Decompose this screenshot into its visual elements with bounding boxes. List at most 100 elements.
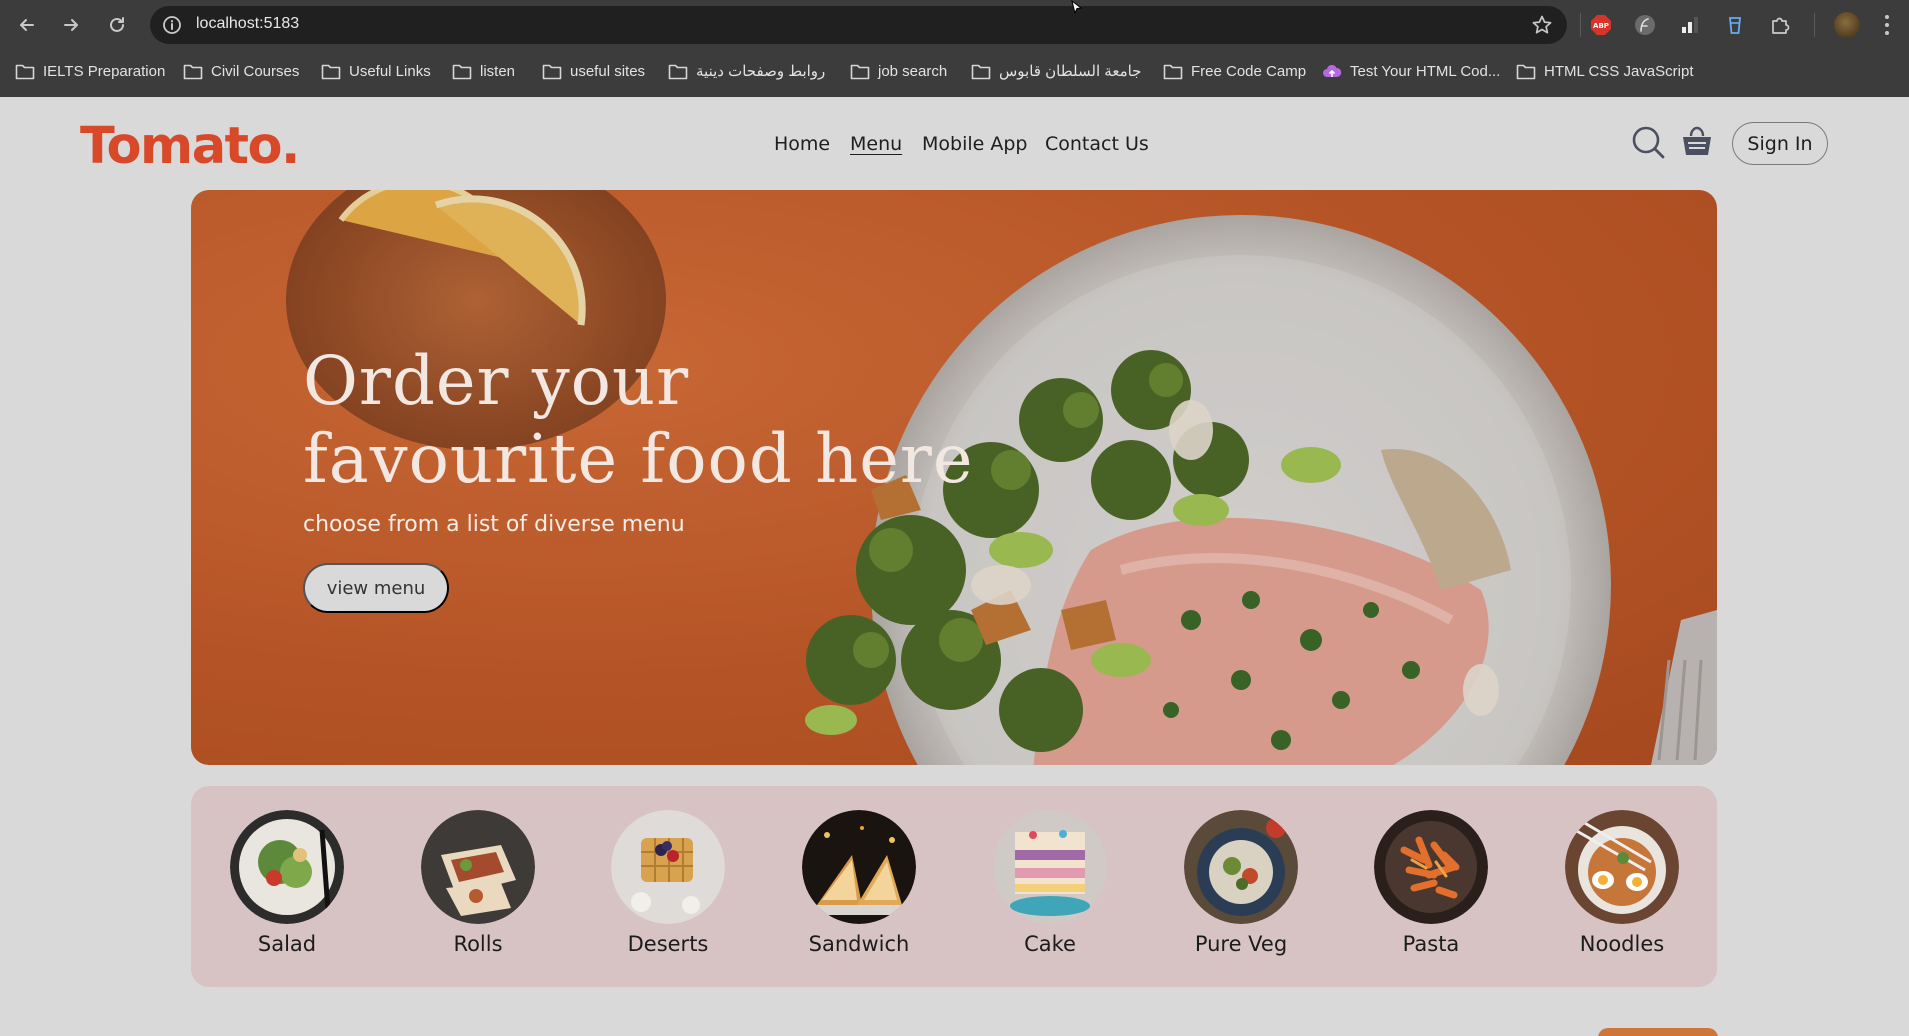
- category-label: Cake: [1024, 932, 1076, 956]
- salad-image: [230, 810, 344, 924]
- folder-icon: [15, 64, 35, 79]
- reload-icon: [110, 17, 124, 32]
- folder-icon: [1516, 64, 1536, 79]
- bookmark-label: Useful Links: [349, 62, 431, 80]
- folder-icon: [321, 64, 341, 79]
- folder-icon: [542, 64, 562, 79]
- category-salad[interactable]: Salad: [227, 810, 347, 956]
- search-icon[interactable]: [1630, 124, 1666, 160]
- bookmark-label: useful sites: [570, 62, 646, 80]
- more-menu-icon[interactable]: [1882, 12, 1892, 38]
- category-label: Noodles: [1579, 932, 1665, 956]
- svg-text:ABP: ABP: [1593, 22, 1609, 30]
- hero-subtitle: choose from a list of diverse menu: [303, 512, 685, 537]
- nav-home[interactable]: Home: [774, 133, 830, 155]
- category-label: Deserts: [627, 932, 709, 956]
- puzzle-icon: [1772, 17, 1790, 34]
- folder-icon: [850, 64, 870, 79]
- noodles-image: [1565, 810, 1679, 924]
- bookmark-item[interactable]: Civil Courses: [183, 60, 299, 82]
- category-label: Pure Veg: [1194, 932, 1288, 956]
- signal-icon: [1682, 17, 1698, 33]
- cake-image: [993, 810, 1107, 924]
- bookmark-item[interactable]: روابط وصفحات دينية: [668, 60, 825, 82]
- category-label: Pasta: [1402, 932, 1460, 956]
- url-text: localhost:5183: [196, 15, 300, 32]
- folder-icon: [183, 64, 203, 79]
- forward-button[interactable]: [56, 12, 86, 38]
- bookmark-item[interactable]: listen: [452, 60, 515, 82]
- feather-extension[interactable]: [1632, 12, 1658, 38]
- next-section-edge: [1598, 1028, 1718, 1036]
- bookmark-label: جامعة السلطان قابوس: [999, 63, 1142, 80]
- signal-extension[interactable]: [1677, 12, 1703, 38]
- folder-icon: [668, 64, 688, 79]
- cloud-icon: [1323, 64, 1342, 77]
- nav-contact-us[interactable]: Contact Us: [1045, 133, 1149, 155]
- bookmark-item[interactable]: IELTS Preparation: [15, 60, 165, 82]
- bookmark-label: job search: [878, 62, 948, 80]
- bookmark-item[interactable]: job search: [850, 60, 947, 82]
- bookmark-item[interactable]: Test Your HTML Cod...: [1322, 60, 1500, 82]
- browser-chrome: localhost:5183 ABP IELTS Preparation Civi…: [0, 0, 1909, 97]
- folder-icon: [452, 64, 472, 79]
- sandwich-image: [802, 810, 916, 924]
- folder-icon: [971, 64, 991, 79]
- bookmark-item[interactable]: useful sites: [542, 60, 645, 82]
- category-deserts[interactable]: Deserts: [608, 810, 728, 956]
- bookmark-label: Test Your HTML Cod...: [1350, 62, 1501, 80]
- adblock-extension[interactable]: ABP: [1588, 12, 1614, 38]
- nav-mobile-app[interactable]: Mobile App: [922, 133, 1027, 155]
- reload-button[interactable]: [102, 12, 132, 38]
- category-sandwich[interactable]: Sandwich: [799, 810, 919, 956]
- extensions-button[interactable]: [1767, 12, 1793, 38]
- back-button[interactable]: [12, 12, 42, 38]
- bookmark-label: listen: [480, 62, 516, 80]
- pure-veg-image: [1184, 810, 1298, 924]
- deserts-image: [611, 810, 725, 924]
- pasta-image: [1374, 810, 1488, 924]
- bookmark-label: IELTS Preparation: [43, 62, 166, 80]
- category-label: Sandwich: [808, 932, 910, 956]
- feather-icon: [1635, 15, 1655, 35]
- category-label: Salad: [257, 932, 317, 956]
- category-cake[interactable]: Cake: [990, 810, 1110, 956]
- mouse-cursor-icon: [1071, 0, 1083, 14]
- category-pasta[interactable]: Pasta: [1371, 810, 1491, 956]
- rolls-image: [421, 810, 535, 924]
- web-page: Tomato. Home Menu Mobile App Contact Us …: [0, 97, 1909, 1036]
- bookmark-item[interactable]: Free Code Camp: [1163, 60, 1306, 82]
- hero-title-line-2: favourite food here: [303, 420, 974, 498]
- site-logo[interactable]: Tomato.: [80, 117, 300, 176]
- basket-icon[interactable]: [1679, 124, 1715, 160]
- bookmark-label: Civil Courses: [211, 62, 300, 80]
- hero-title: Order your favourite food here: [303, 342, 974, 498]
- view-menu-button[interactable]: view menu: [303, 563, 449, 613]
- profile-avatar[interactable]: [1834, 12, 1860, 38]
- hero-title-line-1: Order your: [303, 342, 690, 420]
- bookmark-label: روابط وصفحات دينية: [696, 63, 826, 80]
- folder-icon: [1163, 64, 1183, 79]
- address-bar[interactable]: localhost:5183: [150, 6, 1567, 44]
- bookmark-item[interactable]: HTML CSS JavaScript: [1516, 60, 1693, 82]
- nav-menu[interactable]: Menu: [850, 133, 902, 155]
- bookmark-item[interactable]: جامعة السلطان قابوس: [971, 60, 1141, 82]
- bookmarks-bar: IELTS Preparation Civil Courses Useful Lin…: [0, 54, 1909, 88]
- bookmark-item[interactable]: Useful Links: [321, 60, 431, 82]
- sign-in-button[interactable]: Sign In: [1732, 122, 1828, 165]
- toolbar-divider: [1580, 13, 1581, 37]
- hero-banner: Order your favourite food here choose fr…: [191, 190, 1717, 765]
- toolbar-divider: [1814, 13, 1815, 37]
- category-label: Rolls: [453, 932, 503, 956]
- arrow-left-icon: [20, 19, 34, 31]
- site-info-icon[interactable]: [162, 15, 182, 35]
- adblock-icon: ABP: [1591, 15, 1611, 35]
- category-pure-veg[interactable]: Pure Veg: [1181, 810, 1301, 956]
- browser-toolbar: localhost:5183 ABP: [0, 0, 1909, 50]
- category-list: Salad Rolls Deserts Sandwich Cake Pure V…: [191, 786, 1717, 987]
- cup-extension[interactable]: [1722, 12, 1748, 38]
- category-rolls[interactable]: Rolls: [418, 810, 538, 956]
- arrow-right-icon: [64, 19, 78, 31]
- bookmark-star-icon[interactable]: [1531, 14, 1553, 36]
- category-noodles[interactable]: Noodles: [1562, 810, 1682, 956]
